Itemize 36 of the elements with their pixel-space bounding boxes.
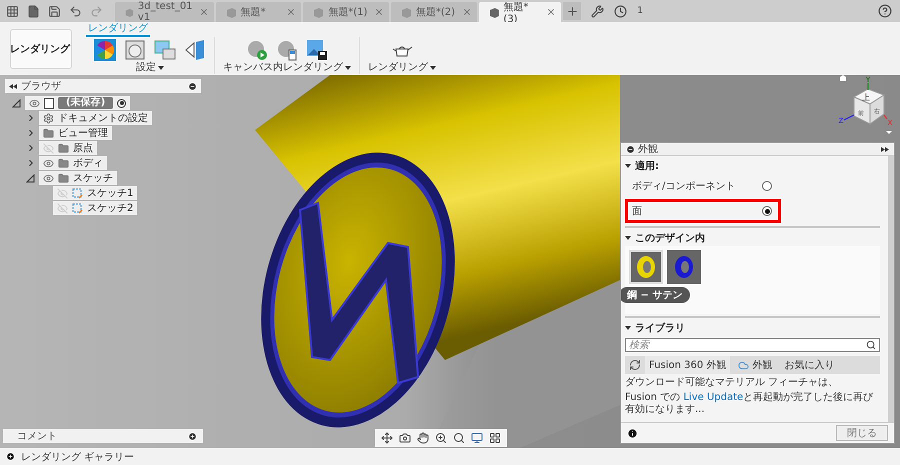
section-heading[interactable]: 適用: — [625, 158, 880, 174]
tree-item[interactable]: ボディ — [39, 156, 107, 170]
browser-title: ブラウザ — [21, 80, 61, 93]
tree-item[interactable]: スケッチ — [39, 171, 117, 185]
group-dropdown[interactable]: 設定 — [136, 62, 164, 74]
notice-text: Fusion での Live Updateと再起動が完了した後に再び有効になります... — [625, 392, 874, 416]
tree-item[interactable]: スケッチ1 — [53, 186, 138, 200]
section-heading[interactable]: ライブラリ — [625, 320, 880, 336]
workspace-dropdown[interactable]: レンダリング — [10, 28, 72, 68]
tree-item[interactable]: ドキュメントの設定 — [39, 111, 152, 125]
library-tab[interactable]: お気に入り — [780, 356, 838, 374]
document-tab[interactable]: 3d_test_01 v1 — [115, 2, 214, 22]
tree-item[interactable]: スケッチ2 — [53, 201, 138, 215]
gallery-title: レンダリング ギャラリー — [21, 450, 134, 464]
library-tab[interactable]: 外観 — [734, 356, 776, 374]
panel-title: 外観 — [638, 143, 658, 156]
search-field[interactable]: 検索 — [625, 338, 880, 352]
document-tab[interactable]: 無題*(1) — [303, 2, 389, 22]
apply-option[interactable]: ボディ/コンポーネント — [625, 175, 781, 197]
document-tab[interactable]: 無題* — [216, 2, 302, 22]
message-text: ダウンロード可能なマテリアル フィーチャは、 — [625, 377, 840, 389]
apply-option[interactable]: 面 — [625, 199, 781, 223]
group-dropdown[interactable]: キャンバス内レンダリング — [223, 62, 351, 74]
tree-item[interactable]: (未保存) — [25, 96, 130, 110]
document-tab[interactable]: 無題*(2) — [390, 2, 477, 22]
comments-title: コメント — [17, 430, 57, 443]
section-heading[interactable]: このデザイン内 — [625, 230, 880, 246]
tree-item[interactable]: 原点 — [39, 141, 97, 155]
close-button[interactable]: 閉じる — [836, 425, 888, 441]
library-tab[interactable]: Fusion 360 外観 — [645, 356, 730, 374]
tree-item[interactable]: ビュー管理 — [39, 126, 112, 140]
group-dropdown[interactable]: レンダリング — [368, 62, 436, 74]
live-update-link[interactable]: Live Update — [683, 392, 744, 403]
job-count: 1 — [637, 6, 644, 16]
tooltip: 鋼 − サテン — [621, 287, 690, 303]
cube-face-label: 上 — [862, 93, 870, 102]
